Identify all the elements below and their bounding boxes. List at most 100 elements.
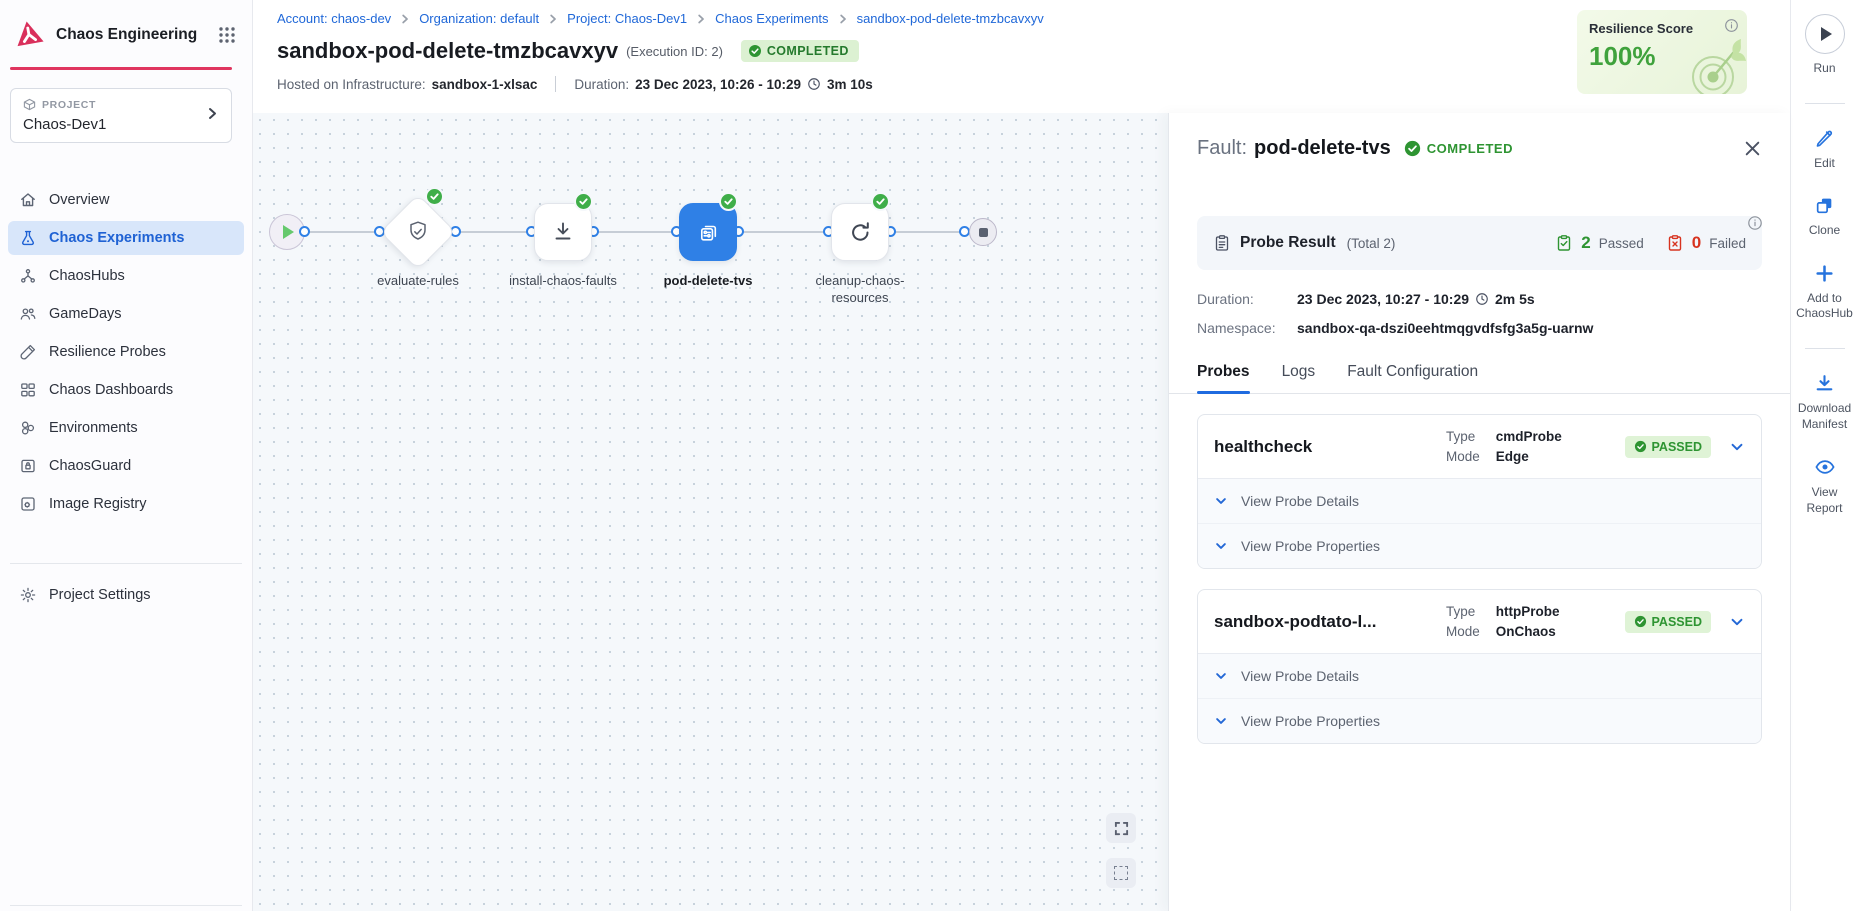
run-button[interactable]: Run bbox=[1794, 14, 1856, 77]
namespace-value: sandbox-qa-dszi0eehtmqgvdfsfg3a5g-uarnw bbox=[1297, 320, 1593, 336]
fault-name: pod-delete-tvs bbox=[1254, 137, 1391, 160]
view-probe-properties-link[interactable]: View Probe Properties bbox=[1198, 698, 1761, 743]
probe-status-badge: PASSED bbox=[1625, 611, 1711, 633]
selection-tool-button[interactable] bbox=[1106, 858, 1136, 888]
pencil-icon bbox=[1814, 128, 1835, 149]
execution-id: (Execution ID: 2) bbox=[626, 44, 723, 59]
pipeline-canvas[interactable]: evaluate-rules install-chaos-faults bbox=[253, 113, 1168, 911]
passed-check-badge bbox=[425, 187, 444, 206]
sidebar-item-image-registry[interactable]: Image Registry bbox=[8, 487, 244, 521]
network-icon bbox=[19, 267, 37, 285]
plus-icon bbox=[1814, 263, 1835, 284]
breadcrumb: Account: chaos-dev Organization: default… bbox=[277, 11, 1766, 26]
check-circle-icon bbox=[1634, 440, 1647, 453]
lock-card-icon bbox=[19, 457, 37, 475]
breadcrumb-project[interactable]: Project: Chaos-Dev1 bbox=[567, 11, 687, 26]
probe-name: healthcheck bbox=[1214, 437, 1446, 457]
info-icon[interactable] bbox=[1747, 215, 1763, 236]
pipeline-node-pod-delete-tvs[interactable] bbox=[679, 203, 737, 261]
check-circle-icon bbox=[748, 44, 762, 58]
clipboard-icon bbox=[1213, 234, 1231, 252]
pipeline-node-evaluate-rules[interactable] bbox=[380, 194, 456, 270]
sidebar-item-environments[interactable]: Environments bbox=[8, 411, 244, 445]
sidebar-item-resilience-probes[interactable]: Resilience Probes bbox=[8, 335, 244, 369]
close-icon[interactable] bbox=[1743, 139, 1762, 158]
sidebar-item-chaos-experiments[interactable]: Chaos Experiments bbox=[8, 221, 244, 255]
header-meta: Hosted on Infrastructure: sandbox-1-xlsa… bbox=[277, 76, 1766, 92]
fullscreen-button[interactable] bbox=[1106, 813, 1136, 843]
chevron-down-icon bbox=[1214, 539, 1228, 553]
test-tube-icon bbox=[19, 343, 37, 361]
action-rail: Run Edit Clone Add to ChaosHub Dow bbox=[1790, 0, 1858, 911]
check-circle-icon bbox=[1634, 615, 1647, 628]
add-to-chaoshub-button[interactable]: Add to ChaosHub bbox=[1794, 263, 1856, 322]
tab-logs[interactable]: Logs bbox=[1282, 363, 1316, 393]
pipeline-end-node[interactable] bbox=[969, 218, 997, 246]
sidebar-item-overview[interactable]: Overview bbox=[8, 183, 244, 217]
connector-port bbox=[299, 226, 310, 237]
pipeline-node-cleanup-chaos-resources[interactable] bbox=[831, 203, 889, 261]
sidebar-item-label: ChaosHubs bbox=[49, 268, 125, 284]
download-icon bbox=[550, 219, 576, 245]
chevron-right-icon bbox=[400, 14, 410, 24]
passed-label: Passed bbox=[1599, 236, 1644, 251]
tab-fault-configuration[interactable]: Fault Configuration bbox=[1347, 363, 1478, 393]
breadcrumb-current[interactable]: sandbox-pod-delete-tmzbcavxyv bbox=[857, 11, 1044, 26]
view-report-button[interactable]: View Report bbox=[1794, 456, 1856, 516]
sidebar-item-chaoshubs[interactable]: ChaosHubs bbox=[8, 259, 244, 293]
chevron-down-icon bbox=[1214, 714, 1228, 728]
chaos-logo-icon bbox=[12, 18, 46, 52]
download-manifest-label: Download Manifest bbox=[1794, 401, 1856, 432]
clipboard-x-icon bbox=[1666, 234, 1684, 252]
sidebar-item-label: Environments bbox=[49, 420, 138, 436]
people-icon bbox=[19, 305, 37, 323]
download-manifest-button[interactable]: Download Manifest bbox=[1794, 373, 1856, 432]
clone-label: Clone bbox=[1809, 223, 1840, 239]
edit-button[interactable]: Edit bbox=[1794, 128, 1856, 172]
passed-count: 2 bbox=[1581, 233, 1590, 253]
resilience-score-card: Resilience Score 100% bbox=[1577, 10, 1747, 94]
clone-button[interactable]: Clone bbox=[1794, 195, 1856, 239]
probe-mode-value: OnChaos bbox=[1496, 624, 1560, 639]
probe-type-value: httpProbe bbox=[1496, 604, 1560, 619]
chevron-down-icon[interactable] bbox=[1729, 614, 1745, 630]
sidebar-item-chaosguard[interactable]: ChaosGuard bbox=[8, 449, 244, 483]
sidebar-item-gamedays[interactable]: GameDays bbox=[8, 297, 244, 331]
pipeline-node-install-chaos-faults[interactable] bbox=[534, 203, 592, 261]
stop-icon bbox=[979, 228, 988, 237]
view-probe-details-link[interactable]: View Probe Details bbox=[1198, 654, 1761, 698]
refresh-icon bbox=[847, 219, 874, 246]
chevron-down-icon[interactable] bbox=[1729, 439, 1745, 455]
meta-divider bbox=[555, 76, 556, 92]
probe-result-title: Probe Result bbox=[1240, 234, 1336, 252]
sidebar-item-chaos-dashboards[interactable]: Chaos Dashboards bbox=[8, 373, 244, 407]
breadcrumb-account[interactable]: Account: chaos-dev bbox=[277, 11, 391, 26]
probe-status-label: PASSED bbox=[1652, 615, 1702, 629]
breadcrumb-organization[interactable]: Organization: default bbox=[419, 11, 539, 26]
view-probe-details-link[interactable]: View Probe Details bbox=[1198, 479, 1761, 523]
clock-icon bbox=[807, 77, 821, 91]
sidebar: Chaos Engineering PROJECT Chaos-Dev1 bbox=[0, 0, 253, 911]
sidebar-divider bbox=[10, 563, 242, 564]
play-circle-icon bbox=[1805, 14, 1845, 54]
probe-status-badge: PASSED bbox=[1625, 436, 1711, 458]
chevron-down-icon bbox=[1214, 669, 1228, 683]
probe-card-header[interactable]: sandbox-podtato-l... Type httpProbe Mode… bbox=[1198, 590, 1761, 653]
passed-check-badge bbox=[871, 192, 890, 211]
add-to-chaoshub-label: Add to ChaosHub bbox=[1794, 291, 1856, 322]
app-title: Chaos Engineering bbox=[56, 26, 208, 44]
view-probe-properties-link[interactable]: View Probe Properties bbox=[1198, 523, 1761, 568]
tab-probes[interactable]: Probes bbox=[1197, 363, 1250, 393]
fault-elapsed: 2m 5s bbox=[1495, 291, 1535, 307]
chevron-right-icon bbox=[205, 106, 219, 125]
chaos-scenario-icon bbox=[695, 219, 722, 246]
breadcrumb-chaos-experiments[interactable]: Chaos Experiments bbox=[715, 11, 828, 26]
probe-type-label: Type bbox=[1446, 604, 1480, 619]
probe-card-header[interactable]: healthcheck Type cmdProbe Mode Edge PASS… bbox=[1198, 415, 1761, 478]
elapsed-time: 3m 10s bbox=[827, 77, 873, 92]
sidebar-item-project-settings[interactable]: Project Settings bbox=[8, 578, 244, 612]
apps-grid-icon[interactable] bbox=[218, 26, 236, 44]
link-label: View Probe Details bbox=[1241, 668, 1359, 684]
clock-icon bbox=[1475, 292, 1489, 306]
project-selector[interactable]: PROJECT Chaos-Dev1 bbox=[10, 88, 232, 143]
